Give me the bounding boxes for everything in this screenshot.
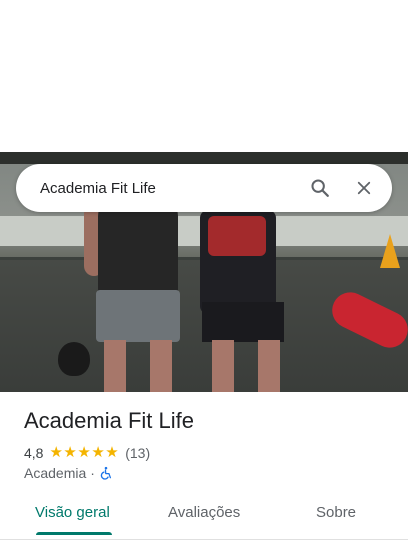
star-icon: ★: [77, 444, 91, 461]
photo-person-left-leg: [150, 340, 172, 392]
star-icon: ★: [63, 444, 77, 461]
place-title: Academia Fit Life: [24, 408, 194, 433]
photo-person-left-shorts: [96, 290, 180, 342]
photo-kettlebell: [58, 342, 90, 376]
place-tabs: Visão geral Avaliações Sobre: [0, 496, 408, 536]
tab-about[interactable]: Sobre: [316, 504, 356, 521]
photo-ceiling: [0, 152, 408, 164]
photo-person-left-leg: [104, 340, 126, 392]
place-category[interactable]: Academia: [24, 465, 86, 481]
photo-cone: [380, 234, 400, 268]
review-count[interactable]: (13): [125, 445, 150, 461]
star-icon: ★: [91, 444, 105, 461]
photo-person-right-shorts: [202, 302, 284, 342]
photo-person-right-leg: [212, 340, 234, 392]
star-icon: ★: [49, 444, 63, 461]
separator-dot: ·: [90, 465, 95, 481]
wheelchair-icon: [99, 466, 113, 480]
rating-stars: ★ ★ ★ ★ ★: [49, 445, 119, 461]
tab-selected-indicator: [36, 532, 112, 535]
search-button[interactable]: [300, 168, 340, 208]
photo-person-right-leg: [258, 340, 280, 392]
category-row: Academia ·: [24, 464, 113, 482]
photo-shirt-print: [208, 216, 266, 256]
clear-search-button[interactable]: [344, 168, 384, 208]
tab-reviews[interactable]: Avaliações: [168, 504, 240, 521]
search-icon: [311, 179, 329, 197]
star-icon: ★: [105, 444, 119, 461]
tab-overview[interactable]: Visão geral: [35, 504, 110, 521]
close-icon: [357, 181, 371, 195]
tabs-divider: [0, 539, 408, 540]
rating-value: 4,8: [24, 445, 44, 461]
rating-row[interactable]: 4,8 ★ ★ ★ ★ ★ (13): [24, 444, 150, 462]
search-input[interactable]: Academia Fit Life: [40, 180, 300, 197]
search-bar[interactable]: Academia Fit Life: [16, 164, 392, 212]
